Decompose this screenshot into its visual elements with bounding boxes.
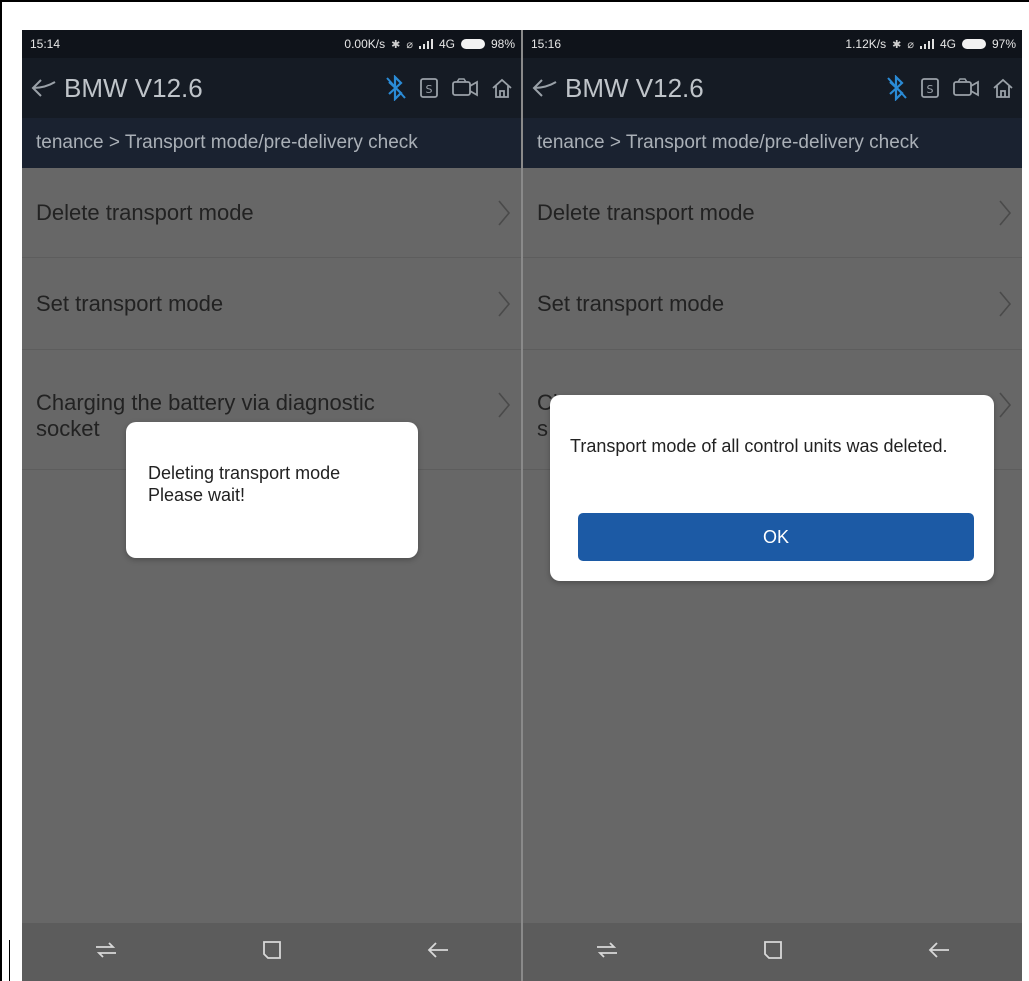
alarm-icon: ⌀: [907, 38, 914, 51]
progress-dialog: Deleting transport mode Please wait!: [126, 422, 418, 558]
battery-icon: [460, 39, 485, 49]
app-title: BMW V12.6: [64, 72, 203, 103]
network-speed: 0.00K/s: [344, 37, 386, 51]
nav-home-icon[interactable]: [260, 938, 284, 967]
alarm-icon: ⌀: [406, 38, 413, 51]
breadcrumb: tenance > Transport mode/pre-delivery ch…: [22, 118, 521, 168]
dialog-line-1: Deleting transport mode: [148, 463, 341, 483]
status-time: 15:16: [531, 37, 562, 51]
network-type: 4G: [939, 37, 956, 51]
app-title: BMW V12.6: [565, 72, 704, 103]
menu-item-set-transport-mode[interactable]: Set transport mode: [523, 258, 1022, 350]
bluetooth-status-icon: ✱: [391, 38, 401, 51]
bluetooth-icon[interactable]: [886, 75, 908, 101]
frame-edge: [9, 940, 10, 981]
result-dialog: Transport mode of all control units was …: [550, 395, 994, 581]
bluetooth-icon[interactable]: [385, 75, 407, 101]
breadcrumb: tenance > Transport mode/pre-delivery ch…: [523, 118, 1022, 168]
chevron-right-icon: [498, 199, 511, 226]
home-icon[interactable]: [992, 77, 1014, 99]
chevron-right-icon: [999, 199, 1012, 226]
title-bar: BMW V12.6 S: [22, 58, 521, 118]
nav-back-icon[interactable]: [426, 938, 450, 967]
network-type: 4G: [438, 37, 455, 51]
s-document-icon[interactable]: S: [920, 77, 940, 99]
status-indicators: 0.00K/s ✱ ⌀ 4G 98%: [344, 37, 515, 51]
phone-screen-right: 15:16 1.12K/s ✱ ⌀ 4G 97% BMW V12.6 S ten…: [523, 30, 1022, 981]
home-icon[interactable]: [491, 77, 513, 99]
menu-item-label: Delete transport mode: [537, 199, 755, 225]
system-nav-bar: [22, 923, 521, 981]
chevron-right-icon: [999, 392, 1012, 418]
back-arrow-icon[interactable]: [30, 74, 58, 102]
status-bar: 15:16 1.12K/s ✱ ⌀ 4G 97%: [523, 30, 1022, 58]
network-speed: 1.12K/s: [845, 37, 887, 51]
system-nav-bar: [523, 923, 1022, 981]
back-arrow-icon[interactable]: [531, 74, 559, 102]
svg-text:S: S: [426, 83, 433, 96]
menu-item-set-transport-mode[interactable]: Set transport mode: [22, 258, 521, 350]
nav-home-icon[interactable]: [761, 938, 785, 967]
video-camera-icon[interactable]: [952, 77, 980, 99]
nav-recent-icon[interactable]: [594, 938, 620, 967]
chevron-right-icon: [498, 290, 511, 317]
menu-item-delete-transport-mode[interactable]: Delete transport mode: [22, 168, 521, 258]
video-camera-icon[interactable]: [451, 77, 479, 99]
battery-icon: [961, 39, 986, 49]
chevron-right-icon: [498, 392, 511, 418]
status-indicators: 1.12K/s ✱ ⌀ 4G 97%: [845, 37, 1016, 51]
nav-back-icon[interactable]: [927, 938, 951, 967]
phone-screen-left: 15:14 0.00K/s ✱ ⌀ 4G 98% BMW V12.6 S ten…: [22, 30, 521, 981]
menu-item-delete-transport-mode[interactable]: Delete transport mode: [523, 168, 1022, 258]
dialog-message: Transport mode of all control units was …: [570, 436, 948, 456]
nav-recent-icon[interactable]: [93, 938, 119, 967]
signal-icon: [418, 39, 433, 49]
dialog-line-2: Please wait!: [148, 485, 246, 505]
chevron-right-icon: [999, 290, 1012, 317]
signal-icon: [919, 39, 934, 49]
menu-item-label: Delete transport mode: [36, 199, 254, 225]
toolbar: S: [385, 75, 513, 101]
battery-percent: 97%: [991, 37, 1016, 51]
ok-button[interactable]: OK: [578, 513, 974, 561]
dialog-message: Deleting transport mode Please wait!: [148, 462, 340, 506]
bluetooth-status-icon: ✱: [892, 38, 902, 51]
status-bar: 15:14 0.00K/s ✱ ⌀ 4G 98%: [22, 30, 521, 58]
battery-percent: 98%: [490, 37, 515, 51]
menu-item-label: Set transport mode: [36, 290, 224, 316]
title-bar: BMW V12.6 S: [523, 58, 1022, 118]
menu-item-label: Set transport mode: [537, 290, 725, 316]
toolbar: S: [886, 75, 1014, 101]
svg-text:S: S: [927, 83, 934, 96]
s-document-icon[interactable]: S: [419, 77, 439, 99]
status-time: 15:14: [30, 37, 61, 51]
